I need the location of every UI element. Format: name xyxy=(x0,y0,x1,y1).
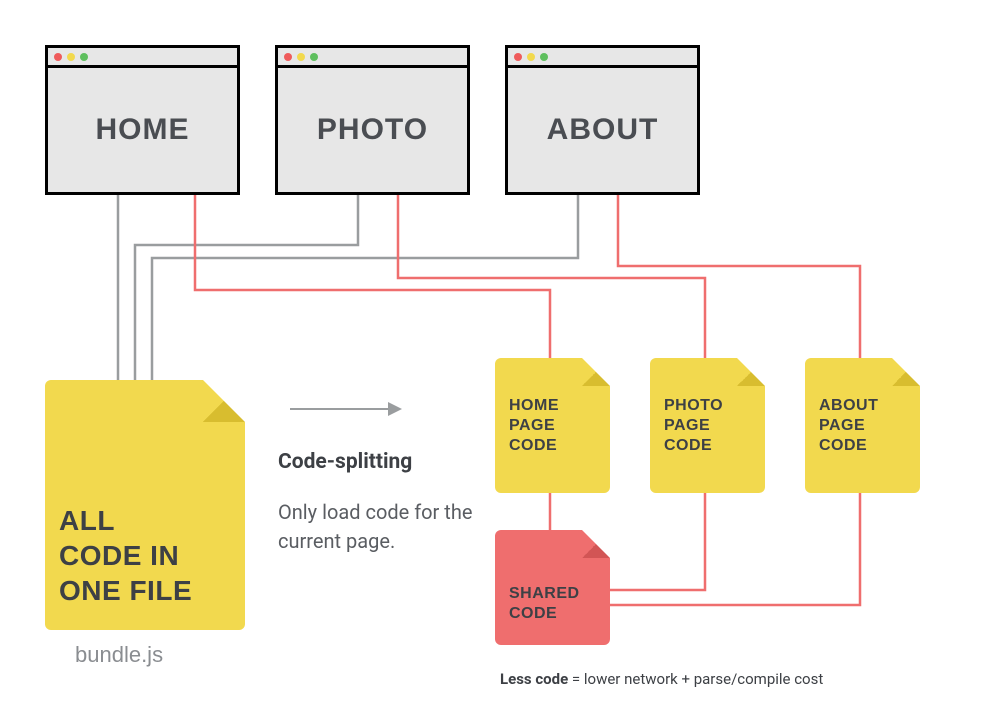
chunk-photo: PHOTO PAGE CODE xyxy=(650,358,765,493)
minimize-icon xyxy=(527,53,535,61)
close-icon xyxy=(284,53,292,61)
bundle-file: ALL CODE IN ONE FILE xyxy=(45,380,245,630)
close-icon xyxy=(514,53,522,61)
maximize-icon xyxy=(310,53,318,61)
chunk-label: ABOUT PAGE CODE xyxy=(819,396,878,456)
arrow-icon xyxy=(290,408,400,410)
maximize-icon xyxy=(540,53,548,61)
codesplit-desc: Only load code for the current page. xyxy=(278,498,478,556)
browser-label: PHOTO xyxy=(317,113,428,147)
codesplit-title: Code-splitting xyxy=(278,450,412,474)
browser-about: ABOUT xyxy=(505,45,700,195)
minimize-icon xyxy=(297,53,305,61)
chunk-about: ABOUT PAGE CODE xyxy=(805,358,920,493)
chunk-label: PHOTO PAGE CODE xyxy=(664,396,723,456)
bundle-label: ALL CODE IN ONE FILE xyxy=(59,503,192,608)
close-icon xyxy=(54,53,62,61)
file-fold-icon xyxy=(737,358,765,386)
browser-titlebar xyxy=(508,48,697,68)
file-fold-icon xyxy=(892,358,920,386)
minimize-icon xyxy=(67,53,75,61)
bundle-caption: bundle.js xyxy=(75,642,163,668)
browser-photo: PHOTO xyxy=(275,45,470,195)
chunk-shared: SHARED CODE xyxy=(495,530,610,645)
chunk-label: SHARED CODE xyxy=(509,584,580,624)
footnote: Less code = lower network + parse/compil… xyxy=(500,670,823,688)
file-fold-icon xyxy=(203,380,245,422)
browser-home: HOME xyxy=(45,45,240,195)
chunk-label: HOME PAGE CODE xyxy=(509,396,559,456)
browser-label: ABOUT xyxy=(547,113,659,147)
chunk-home: HOME PAGE CODE xyxy=(495,358,610,493)
file-fold-icon xyxy=(582,530,610,558)
maximize-icon xyxy=(80,53,88,61)
browser-titlebar xyxy=(278,48,467,68)
browser-titlebar xyxy=(48,48,237,68)
file-fold-icon xyxy=(582,358,610,386)
browser-label: HOME xyxy=(96,113,190,147)
